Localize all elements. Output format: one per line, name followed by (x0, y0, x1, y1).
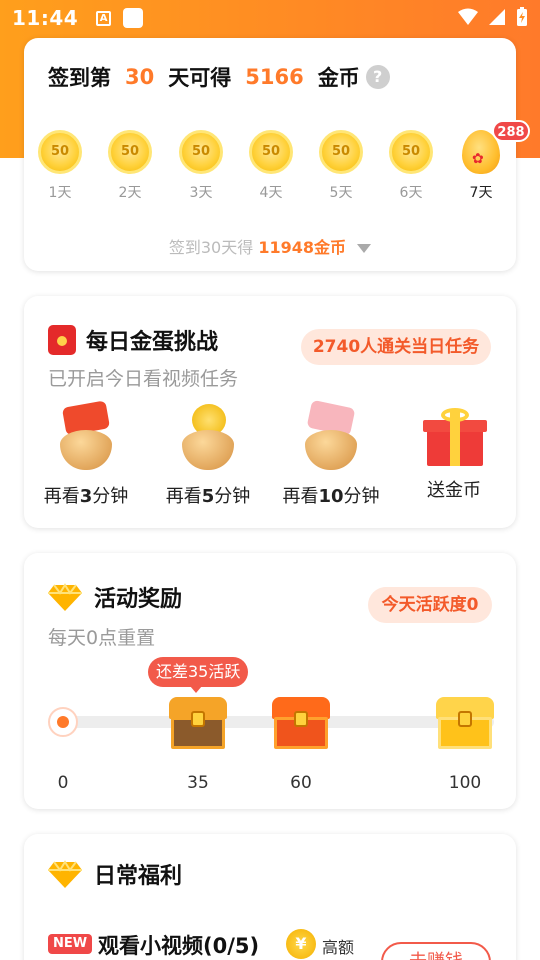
cleared-count-pill: 2740人通关当日任务 (301, 329, 491, 365)
treasure-chest-35[interactable] (169, 697, 227, 749)
activity-title-text: 活动奖励 (94, 587, 183, 612)
earn-money-button[interactable]: 去赚钱 (381, 942, 491, 960)
signin-footer-prefix: 签到30天得 (168, 238, 254, 257)
bonus-badge: 288 (492, 120, 530, 142)
milestone-label: 0 (57, 773, 69, 793)
day-label: 1天 (48, 185, 72, 201)
day-label: 3天 (189, 185, 213, 201)
cash-egg-icon (303, 399, 359, 470)
status-time: 11:44 (12, 6, 79, 30)
lock-icon (294, 711, 308, 727)
egg-task[interactable]: 再看10分钟 (269, 399, 393, 508)
signin-day[interactable]: 50 2天 (102, 130, 158, 202)
signin-footer[interactable]: 签到30天得 11948金币 (24, 234, 516, 258)
status-bar: 11:44 A (0, 0, 540, 36)
signin-day[interactable]: 50 4天 (243, 130, 299, 202)
yen-coin-icon: ¥ (286, 929, 316, 959)
day-label: 2天 (118, 185, 142, 201)
help-icon[interactable]: ? (365, 65, 390, 89)
daily-title-text: 日常福利 (94, 864, 183, 889)
signin-card: 签到第 30 天可得 5166 金币 ? 50 1天 50 2天 50 3天 5… (24, 38, 530, 271)
remaining-tooltip: 还差35活跃 (148, 657, 249, 693)
daily-benefits-card: 日常福利 NEW 观看小视频(0/5) ¥ 高额 去赚钱 (24, 834, 516, 960)
egg-challenge-title: 每日金蛋挑战 (48, 324, 218, 356)
activity-subtitle: 每天0点重置 (48, 627, 156, 649)
coin-egg-icon (180, 404, 236, 470)
egg-challenge-subtitle: 已开启今日看视频任务 (48, 368, 239, 390)
milestone-label: 60 (290, 773, 312, 793)
diamond-icon (48, 860, 82, 888)
coin-icon: 50 (38, 130, 82, 174)
activity-score-pill: 今天活跃度0 (368, 587, 492, 623)
coin-icon: 50 (108, 130, 152, 174)
progress-start-dot (48, 707, 78, 737)
battery-charging-icon (517, 7, 527, 26)
signin-day-count: 30 (125, 65, 155, 89)
signin-day[interactable]: 50 3天 (173, 130, 229, 202)
coin-icon: 50 (319, 130, 363, 174)
day-label: 4天 (259, 185, 283, 201)
egg-task[interactable]: 送金币 (392, 404, 516, 502)
gift-box-icon (423, 408, 487, 466)
lock-icon (191, 711, 205, 727)
signin-title: 签到第 30 天可得 5166 金币 ? (48, 62, 390, 92)
egg-task-row: 再看3分钟 再看5分钟 再看10分钟 送金币 (24, 399, 516, 524)
task-label: 再看3分钟 (43, 486, 129, 507)
activity-title: 活动奖励 (48, 581, 182, 613)
signin-days-row: 50 1天 50 2天 50 3天 50 4天 50 5天 50 6天 ✿ 7天 (32, 130, 508, 212)
lock-icon (458, 711, 472, 727)
egg-task[interactable]: 再看3分钟 (24, 400, 148, 508)
chevron-down-icon (357, 244, 372, 253)
egg-challenge-title-text: 每日金蛋挑战 (86, 330, 219, 355)
activity-card: 活动奖励 今天活跃度0 每天0点重置 还差35活跃 0 35 60 100 (24, 553, 516, 809)
signin-title-mid: 天可得 (168, 66, 232, 90)
red-packet-egg-icon (58, 400, 114, 470)
milestone-label: 100 (448, 773, 482, 793)
task-label: 再看10分钟 (282, 486, 380, 507)
task-label: 送金币 (427, 480, 481, 501)
coin-icon: 50 (249, 130, 293, 174)
high-reward-label: 高额 (322, 938, 355, 957)
treasure-chest-60[interactable] (272, 697, 330, 749)
treasure-chest-100[interactable] (436, 697, 494, 749)
signin-day[interactable]: 50 6天 (383, 130, 439, 202)
ribbon-bow-icon: ✿ (472, 151, 484, 167)
coin-icon: 50 (389, 130, 433, 174)
egg-challenge-card: 每日金蛋挑战 2740人通关当日任务 已开启今日看视频任务 再看3分钟 再看5分… (24, 296, 516, 528)
square-notification-icon (123, 8, 144, 28)
day-label: 6天 (399, 185, 423, 201)
signin-coin-total: 5166 (245, 65, 304, 89)
notification-a-icon: A (96, 10, 112, 26)
signin-title-prefix: 签到第 (48, 66, 111, 90)
signin-title-suffix: 金币 (317, 66, 360, 90)
egg-task[interactable]: 再看5分钟 (146, 404, 270, 508)
milestone-label: 35 (187, 773, 209, 793)
task-label: 再看5分钟 (165, 486, 251, 507)
new-badge: NEW (48, 934, 93, 954)
signin-day[interactable]: 50 1天 (32, 130, 88, 202)
diamond-icon (48, 583, 82, 611)
daily-title: 日常福利 (48, 858, 182, 890)
watch-video-task-title: 观看小视频(0/5) (98, 934, 260, 958)
status-right-icons (458, 7, 528, 27)
signin-day[interactable]: 50 5天 (313, 130, 369, 202)
red-packet-icon (48, 325, 76, 355)
cellular-signal-icon (489, 9, 505, 25)
day-label: 5天 (329, 185, 353, 201)
signin-footer-amount: 11948金币 (258, 238, 347, 257)
day-label: 7天 (469, 185, 493, 201)
coin-icon: 50 (179, 130, 223, 174)
wifi-icon (458, 8, 478, 25)
